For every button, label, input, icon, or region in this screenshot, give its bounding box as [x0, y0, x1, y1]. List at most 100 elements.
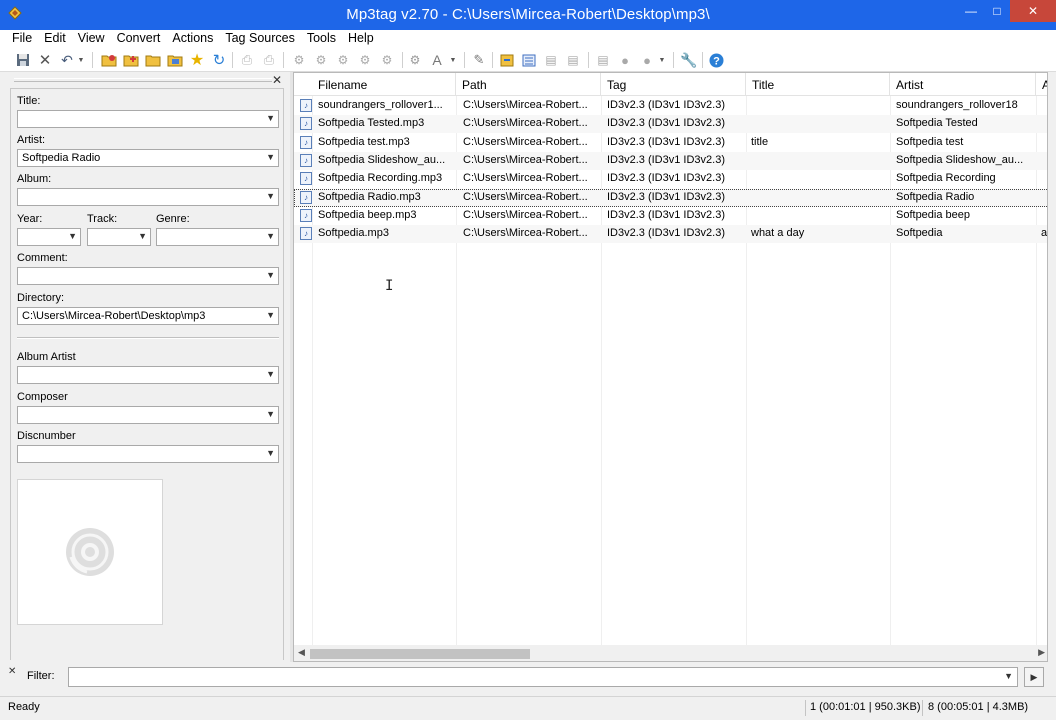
minimize-button[interactable]: —: [958, 0, 984, 22]
cell-filename: Softpedia Recording.mp3: [318, 172, 443, 185]
add-directory-icon[interactable]: [122, 51, 140, 69]
file-list: Filename Path Tag Title Artist A ♪ soundr…: [293, 72, 1048, 662]
globe-icon[interactable]: ●: [638, 51, 656, 69]
tag-tag-icon[interactable]: ▤: [542, 51, 560, 69]
refresh-icon[interactable]: ↻: [210, 51, 228, 69]
save-icon[interactable]: [14, 51, 32, 69]
cell-filename: Softpedia Slideshow_au...: [318, 153, 446, 166]
chevron-down-icon[interactable]: ▼: [266, 310, 275, 320]
open-folder-icon[interactable]: [144, 51, 162, 69]
filename-tag-icon[interactable]: ⚙: [312, 51, 330, 69]
menu-tag-sources[interactable]: Tag Sources: [219, 30, 300, 48]
filename-filename-icon[interactable]: ⚙: [334, 51, 352, 69]
menu-edit[interactable]: Edit: [38, 30, 72, 48]
case-conversion-icon[interactable]: ⚙: [406, 51, 424, 69]
panel-close-icon[interactable]: ✕: [272, 74, 282, 86]
close-button[interactable]: ✕: [1010, 0, 1056, 22]
column-header-path[interactable]: Path: [456, 73, 601, 96]
maximize-button[interactable]: □: [984, 0, 1010, 22]
dropdown-icon[interactable]: ▼: [76, 51, 86, 69]
table-row[interactable]: ♪ Softpedia Slideshow_au... C:\Users\Mirce…: [294, 151, 1047, 170]
album-label: Album:: [17, 173, 52, 185]
case-conversion-icon[interactable]: A: [428, 51, 446, 69]
chevron-down-icon[interactable]: ▼: [266, 113, 275, 123]
print-preview-icon[interactable]: ⎙: [260, 51, 278, 69]
album-field[interactable]: ▼: [17, 188, 279, 206]
menu-actions[interactable]: Actions: [166, 30, 219, 48]
help-icon[interactable]: ?: [707, 51, 725, 69]
undo-icon[interactable]: ↶: [58, 51, 76, 69]
column-header-artist[interactable]: Artist: [890, 73, 1036, 96]
menu-tools[interactable]: Tools: [301, 30, 342, 48]
options-icon[interactable]: 🔧: [680, 51, 698, 69]
cell-path: C:\Users\Mircea-Robert...: [463, 190, 588, 203]
title-bar: Mp3tag v2.70 - C:\Users\Mircea-Robert\De…: [0, 0, 1056, 30]
actions-icon[interactable]: ⚙: [378, 51, 396, 69]
scroll-right-icon[interactable]: ▶: [1038, 647, 1045, 658]
filter-close-icon[interactable]: ✕: [8, 666, 16, 677]
filter-apply-button[interactable]: ▶: [1024, 667, 1044, 687]
comment-field[interactable]: ▼: [17, 267, 279, 285]
chevron-down-icon[interactable]: ▼: [266, 152, 275, 162]
tag-filename-icon[interactable]: ⚙: [290, 51, 308, 69]
dropdown-icon[interactable]: ▼: [448, 51, 458, 69]
favorites-folder-icon[interactable]: [166, 51, 184, 69]
column-header-tag[interactable]: Tag: [601, 73, 746, 96]
print-icon[interactable]: ⎙: [238, 51, 256, 69]
panel-divider: [17, 337, 279, 339]
cover-art[interactable]: [17, 479, 163, 625]
composer-field[interactable]: ▼: [17, 406, 279, 424]
title-field[interactable]: ▼: [17, 110, 279, 128]
column-header-album[interactable]: A: [1036, 73, 1047, 96]
album-artist-field[interactable]: ▼: [17, 366, 279, 384]
chevron-down-icon[interactable]: ▼: [138, 231, 147, 241]
table-row[interactable]: ♪ Softpedia.mp3 C:\Users\Mircea-Robert... I…: [294, 225, 1047, 244]
horizontal-scrollbar[interactable]: ◀ ▶: [294, 645, 1047, 661]
table-row[interactable]: ♪ Softpedia test.mp3 C:\Users\Mircea-Rober…: [294, 134, 1047, 152]
track-field[interactable]: ▼: [87, 228, 151, 246]
table-row[interactable]: ♪ Softpedia Recording.mp3 C:\Users\Mircea-…: [294, 170, 1047, 188]
chevron-down-icon[interactable]: ▼: [1004, 671, 1013, 681]
chevron-down-icon[interactable]: ▼: [266, 270, 275, 280]
export-icon[interactable]: [498, 51, 516, 69]
menu-view[interactable]: View: [72, 30, 111, 48]
web-source-icon[interactable]: ▤: [594, 51, 612, 69]
year-field[interactable]: ▼: [17, 228, 81, 246]
star-icon[interactable]: ★: [188, 51, 206, 69]
chevron-down-icon[interactable]: ▼: [266, 369, 275, 379]
dropdown-icon[interactable]: ▼: [657, 51, 667, 69]
cell-title: [751, 152, 886, 170]
tag-panel-header: ✕: [8, 74, 286, 88]
change-directory-icon[interactable]: [100, 51, 118, 69]
scroll-left-icon[interactable]: ◀: [298, 647, 305, 658]
table-row[interactable]: ♪ Softpedia beep.mp3 C:\Users\Mircea-Rober…: [294, 207, 1047, 225]
menu-file[interactable]: File: [6, 30, 38, 48]
discnumber-field[interactable]: ▼: [17, 445, 279, 463]
edit-icon[interactable]: ✎: [470, 51, 488, 69]
autonumber-icon[interactable]: ▤: [564, 51, 582, 69]
chevron-down-icon[interactable]: ▼: [266, 448, 275, 458]
panel-grip[interactable]: [14, 78, 272, 82]
cell-artist: Softpedia beep: [896, 208, 971, 221]
freedb-icon[interactable]: ●: [616, 51, 634, 69]
table-row[interactable]: ♪ Softpedia Radio.mp3 C:\Users\Mircea-Robe…: [294, 188, 1047, 207]
table-row[interactable]: ♪ soundrangers_rollover1... C:\Users\Mirce…: [294, 97, 1047, 115]
column-header-filename[interactable]: Filename: [312, 73, 456, 96]
menu-convert[interactable]: Convert: [111, 30, 167, 48]
genre-field[interactable]: ▼: [156, 228, 279, 246]
chevron-down-icon[interactable]: ▼: [266, 191, 275, 201]
chevron-down-icon[interactable]: ▼: [266, 231, 275, 241]
column-header-title[interactable]: Title: [746, 73, 890, 96]
directory-field[interactable]: C:\Users\Mircea-Robert\Desktop\mp3 ▼: [17, 307, 279, 325]
scrollbar-thumb[interactable]: [310, 649, 530, 659]
remove-tag-icon[interactable]: ✕: [36, 51, 54, 69]
filter-input[interactable]: ▼: [68, 667, 1018, 687]
menu-help[interactable]: Help: [342, 30, 380, 48]
chevron-down-icon[interactable]: ▼: [266, 409, 275, 419]
tag-panel: ✕ Title: ▼ Artist: Softpedia Radio ▼ Albu…: [8, 74, 286, 660]
playlist-icon[interactable]: [520, 51, 538, 69]
table-row[interactable]: ♪ Softpedia Tested.mp3 C:\Users\Mircea-Rob…: [294, 115, 1047, 134]
text-tag-icon[interactable]: ⚙: [356, 51, 374, 69]
artist-field[interactable]: Softpedia Radio ▼: [17, 149, 279, 167]
chevron-down-icon[interactable]: ▼: [68, 231, 77, 241]
